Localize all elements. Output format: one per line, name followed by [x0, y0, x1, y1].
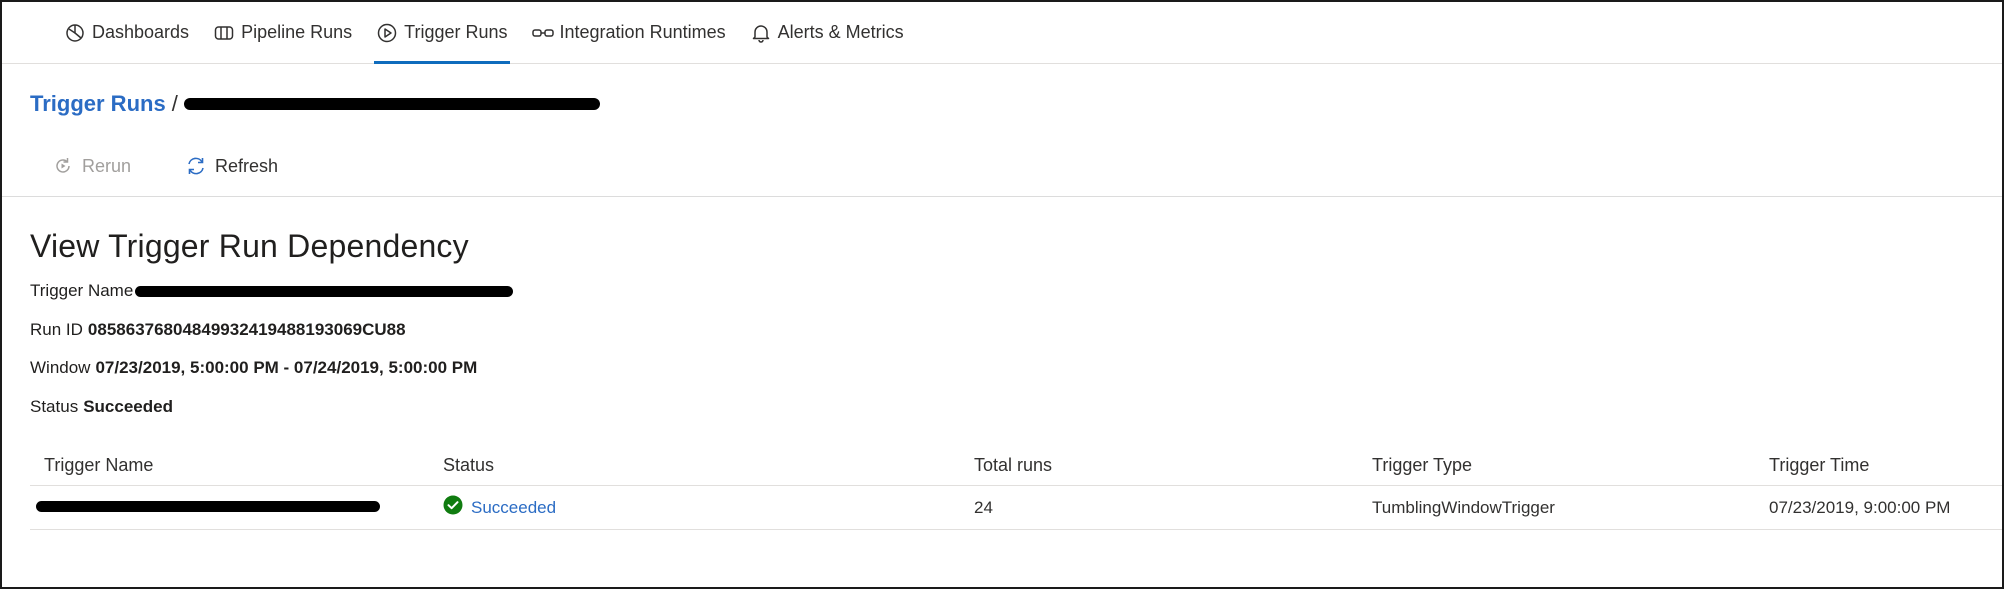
- refresh-button[interactable]: Refresh: [185, 155, 278, 177]
- app-window: Dashboards Pipeline Runs Trigger Runs In…: [0, 0, 2004, 589]
- nav-alerts-metrics[interactable]: Alerts & Metrics: [738, 2, 916, 64]
- redacted-row-trigger-name: [36, 501, 380, 512]
- integration-runtimes-icon: [531, 22, 554, 44]
- redacted-trigger-name[interactable]: [183, 98, 600, 110]
- breadcrumb-trigger-runs-link[interactable]: Trigger Runs: [30, 91, 166, 117]
- trigger-name-label: Trigger Name: [30, 281, 134, 300]
- run-id-value: 08586376804849932419488193069CU88: [87, 320, 406, 339]
- column-header-total-runs[interactable]: Total runs: [974, 455, 1052, 476]
- trigger-runs-table: Trigger Name Status Total runs Trigger T…: [30, 446, 2002, 530]
- row-trigger-type: TumblingWindowTrigger: [1372, 497, 1555, 517]
- rerun-button[interactable]: Rerun: [52, 155, 131, 177]
- window-label: Window: [30, 358, 91, 377]
- column-header-trigger-time[interactable]: Trigger Time: [1769, 455, 1869, 476]
- table-header: Trigger Name Status Total runs Trigger T…: [30, 446, 2002, 486]
- breadcrumb: Trigger Runs /: [30, 88, 600, 120]
- nav-label: Integration Runtimes: [559, 22, 726, 42]
- dashboards-icon: [64, 22, 86, 44]
- refresh-label: Refresh: [215, 155, 279, 176]
- bell-icon: [750, 22, 772, 44]
- toolbar-divider: [2, 196, 2002, 197]
- detail-trigger-name: Trigger Name: [30, 281, 514, 301]
- status-link[interactable]: Succeeded: [471, 498, 556, 518]
- row-status[interactable]: Succeeded: [443, 495, 556, 520]
- pipeline-icon: [213, 22, 235, 44]
- rerun-icon: [52, 155, 74, 177]
- rerun-label: Rerun: [82, 155, 132, 176]
- status-label: Status: [30, 397, 79, 416]
- trigger-runs-icon: [376, 22, 398, 44]
- run-id-label: Run ID: [30, 320, 83, 339]
- toolbar: Rerun Refresh: [52, 149, 332, 183]
- nav-integration-runtimes[interactable]: Integration Runtimes: [520, 2, 738, 64]
- refresh-icon: [185, 155, 207, 177]
- nav-label: Trigger Runs: [404, 22, 508, 42]
- page-title: View Trigger Run Dependency: [30, 228, 469, 264]
- column-header-trigger-type[interactable]: Trigger Type: [1372, 455, 1472, 476]
- table-row[interactable]: Succeeded 24 TumblingWindowTrigger 07/23…: [30, 486, 2002, 530]
- nav-pipeline-runs[interactable]: Pipeline Runs: [201, 2, 364, 64]
- row-trigger-time: 07/23/2019, 9:00:00 PM: [1769, 497, 1951, 517]
- nav-trigger-runs[interactable]: Trigger Runs: [364, 2, 519, 64]
- redacted-trigger-name-value: [135, 285, 514, 297]
- success-check-icon: [443, 495, 463, 520]
- column-header-trigger-name[interactable]: Trigger Name: [44, 455, 153, 476]
- nav-label: Pipeline Runs: [241, 22, 353, 42]
- detail-run-id: Run ID 08586376804849932419488193069CU88: [30, 320, 406, 340]
- window-value: 07/23/2019, 5:00:00 PM - 07/24/2019, 5:0…: [95, 358, 478, 377]
- column-header-status[interactable]: Status: [443, 455, 494, 476]
- detail-window: Window 07/23/2019, 5:00:00 PM - 07/24/20…: [30, 358, 477, 378]
- status-value: Succeeded: [83, 397, 173, 416]
- top-nav: Dashboards Pipeline Runs Trigger Runs In…: [2, 2, 2002, 64]
- nav-label: Alerts & Metrics: [777, 22, 904, 42]
- row-total-runs: 24: [974, 497, 993, 517]
- detail-status: Status Succeeded: [30, 397, 173, 417]
- nav-label: Dashboards: [92, 22, 190, 42]
- breadcrumb-separator: /: [171, 91, 178, 116]
- nav-dashboards[interactable]: Dashboards: [52, 2, 201, 64]
